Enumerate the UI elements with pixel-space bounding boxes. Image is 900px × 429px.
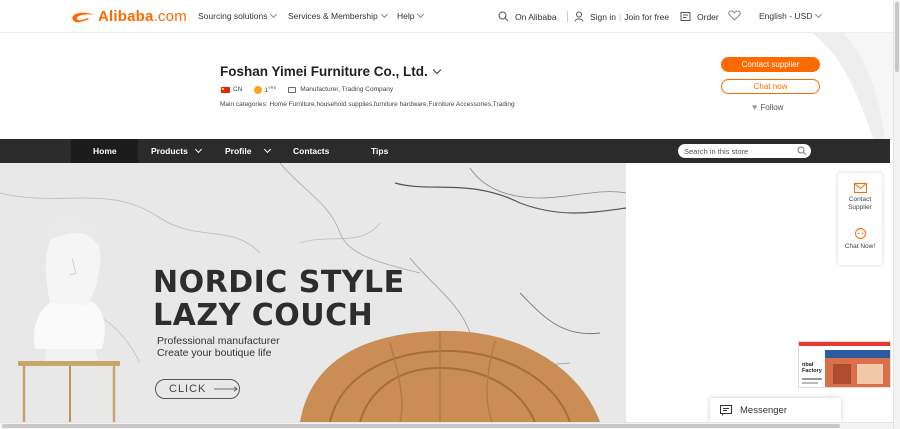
messenger-label: Messenger (740, 404, 787, 416)
horizontal-scrollbar[interactable] (0, 422, 893, 429)
nav-label: Help (397, 11, 415, 21)
vertical-scrollbar-thumb[interactable] (895, 2, 899, 72)
search-icon (498, 11, 509, 22)
country-code: CN (233, 86, 243, 94)
company-name-text: Foshan Yimei Furniture Co., Ltd. (220, 64, 428, 79)
subtitle-line-1: Professional manufacturer (157, 335, 280, 347)
heart-icon: ♥ (752, 102, 758, 112)
sign-in-link[interactable]: Sign in (590, 12, 616, 22)
language-currency-select[interactable]: English - USD (759, 10, 823, 21)
side-chat-label: Chat Now! (844, 243, 876, 250)
alibaba-logo-icon (72, 12, 94, 22)
alibaba-logo[interactable]: Alibaba.com (70, 8, 187, 25)
tab-profile[interactable]: Profile (225, 145, 272, 156)
chevron-down-icon (417, 10, 425, 19)
mail-icon (853, 183, 867, 193)
side-contact-line-1: Contact (848, 196, 872, 203)
top-header: Alibaba.com Sourcing solutions Services … (0, 0, 893, 33)
order-icon (680, 12, 691, 21)
store-search-placeholder: Search in this store (684, 146, 749, 156)
order-link[interactable]: Order (680, 11, 719, 22)
tab-home[interactable]: Home (93, 146, 117, 156)
tab-label: Home (93, 146, 117, 156)
years-unit: YRS (268, 85, 277, 90)
header-decoration (813, 33, 893, 139)
horizontal-scrollbar-thumb[interactable] (2, 424, 840, 428)
contact-supplier-button[interactable]: Contact supplier (721, 57, 820, 72)
logo-suffix: .com (153, 8, 187, 25)
sign-in-area: Sign in | Join for free (574, 11, 669, 22)
headline-line-2: LAZY COUCH (153, 298, 374, 333)
favorites-link[interactable] (728, 10, 741, 21)
hero-subtitle: Professional manufacturer Create your bo… (157, 335, 280, 359)
company-name[interactable]: Foshan Yimei Furniture Co., Ltd. (220, 64, 442, 79)
tab-label: Products (151, 146, 188, 156)
order-label: Order (697, 11, 719, 22)
chevron-down-icon (264, 145, 272, 154)
sign-in-separator: | (619, 11, 622, 22)
logo-text: Alibaba (98, 8, 154, 25)
message-icon (720, 404, 732, 416)
heart-icon (728, 10, 741, 21)
chevron-down-icon (194, 145, 202, 154)
on-alibaba-label: On Alibaba (515, 11, 557, 22)
vertical-scrollbar[interactable] (893, 0, 900, 429)
tab-tips[interactable]: Tips (371, 146, 388, 156)
language-label: English - USD (759, 11, 813, 21)
store-search-input[interactable]: Search in this store (678, 144, 811, 158)
hero-click-button[interactable]: CLICK (155, 379, 240, 399)
tab-label: Profile (225, 146, 252, 156)
tab-label: Contacts (293, 146, 330, 156)
chevron-down-icon (380, 10, 388, 19)
nav-label: Services & Membership (288, 11, 378, 21)
business-type: Manufacturer, Trading Company (300, 86, 394, 94)
user-icon (574, 11, 584, 22)
search-icon[interactable] (797, 146, 807, 156)
nav-sourcing-solutions[interactable]: Sourcing solutions (198, 10, 278, 21)
side-contact-supplier[interactable]: Contact Supplier (838, 183, 882, 212)
click-label: CLICK (169, 383, 207, 395)
header-divider (567, 11, 568, 22)
tab-contacts[interactable]: Contacts (293, 146, 329, 156)
tab-products[interactable]: Products (151, 145, 202, 156)
company-header: Foshan Yimei Furniture Co., Ltd. CN 1YRS… (0, 33, 893, 139)
subtitle-line-2: Create your boutique life (157, 347, 272, 359)
hero-banner[interactable]: NORDIC STYLE LAZY COUCH Professional man… (0, 163, 626, 422)
thumb-line-2: Factory (802, 368, 822, 374)
company-meta: CN 1YRS Manufacturer, Trading Company (221, 85, 393, 94)
side-contact-line-2: Supplier (848, 204, 872, 211)
floating-contact-widget: Contact Supplier Chat Now! (838, 173, 882, 265)
side-chat-now[interactable]: Chat Now! (838, 228, 882, 251)
tab-label: Tips (371, 146, 389, 156)
chat-bubble-icon (854, 228, 866, 239)
search-on-alibaba[interactable]: On Alibaba (498, 11, 557, 22)
follow-button[interactable]: ♥ Follow (752, 102, 783, 112)
main-categories: Main categories: Home Furniture,househol… (220, 101, 515, 108)
follow-label: Follow (760, 102, 784, 112)
years-badge-icon (254, 85, 263, 94)
headline-line-1: NORDIC STYLE (153, 265, 405, 300)
nav-help[interactable]: Help (397, 10, 425, 21)
join-free-link[interactable]: Join for free (624, 12, 669, 22)
chevron-down-icon (270, 10, 278, 19)
chat-now-button[interactable]: Chat now (721, 79, 820, 94)
nav-label: Sourcing solutions (198, 11, 268, 21)
store-navigation: Home Products Profile Contacts Tips Sear… (0, 139, 890, 163)
business-type-icon (288, 86, 297, 93)
nav-services-membership[interactable]: Services & Membership (288, 10, 388, 21)
chevron-down-icon (815, 10, 823, 19)
arrow-right-icon (214, 386, 239, 392)
china-flag-icon (221, 86, 230, 93)
floating-ad-thumbnail[interactable]: nbal Factory (798, 341, 891, 388)
chevron-down-icon (432, 65, 442, 75)
messenger-bar[interactable]: Messenger (710, 398, 841, 422)
hero-headline: NORDIC STYLE LAZY COUCH (153, 266, 405, 332)
